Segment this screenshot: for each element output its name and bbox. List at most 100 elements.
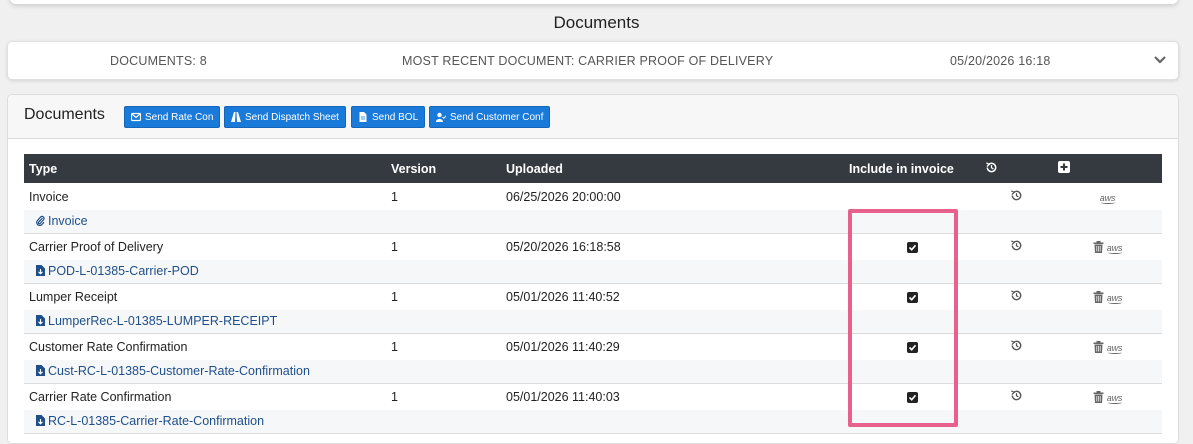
history-icon[interactable]	[1010, 289, 1023, 302]
page-title: Documents	[553, 13, 640, 32]
history-icon[interactable]	[1010, 239, 1023, 252]
file-download-icon	[36, 315, 45, 326]
trash-icon[interactable]	[1093, 341, 1104, 354]
include-in-invoice-checkbox[interactable]	[906, 241, 918, 253]
file-download-icon	[36, 365, 45, 376]
document-file-name: RC-L-01385-Carrier-Rate-Confirmation	[48, 413, 265, 428]
history-cell	[980, 233, 1053, 260]
history-icon[interactable]	[985, 161, 998, 174]
table-row: Customer Rate Confirmation 1 05/01/2026 11…	[24, 333, 1162, 360]
document-file-link[interactable]: POD-L-01385-Carrier-POD	[29, 264, 199, 278]
send-dispatch-sheet-button[interactable]: Send Dispatch Sheet	[224, 106, 346, 128]
plus-square-icon[interactable]	[1058, 161, 1070, 173]
aws-label: aws	[1106, 342, 1123, 353]
most-recent-document: MOST RECENT DOCUMENT: CARRIER PROOF OF D…	[402, 54, 774, 68]
document-file-name: Cust-RC-L-01385-Customer-Rate-Confirmati…	[48, 363, 310, 378]
include-in-invoice-checkbox[interactable]	[906, 391, 918, 403]
paperclip-icon	[36, 215, 45, 226]
aws-icon[interactable]: aws	[1099, 192, 1116, 204]
history-icon[interactable]	[1010, 189, 1023, 202]
documents-summary-bar[interactable]: DOCUMENTS: 8 MOST RECENT DOCUMENT: CARRI…	[7, 41, 1179, 80]
send-rate-con-label: Send Rate Con	[145, 111, 214, 123]
table-row-file: Cust-RC-L-01385-Customer-Rate-Confirmati…	[24, 360, 1162, 384]
documents-panel-title: Documents	[24, 106, 105, 123]
actions-cell: aws	[1053, 383, 1162, 410]
aws-icon[interactable]: aws	[1106, 242, 1123, 254]
doc-type: Carrier Rate Confirmation	[29, 389, 172, 404]
documents-count: DOCUMENTS: 8	[110, 54, 207, 68]
history-cell	[980, 383, 1053, 410]
aws-icon[interactable]: aws	[1106, 392, 1123, 404]
table-row: Invoice 1 06/25/2026 20:00:00 aws	[24, 183, 1162, 210]
header-type[interactable]: Type	[24, 154, 386, 183]
documents-panel: Documents Send Rate Con Send Dispatch Sh…	[7, 94, 1179, 444]
doc-version: 1	[391, 339, 398, 354]
include-in-invoice-cell	[844, 183, 980, 210]
header-include-in-invoice[interactable]: Include in invoice	[844, 154, 980, 183]
table-row-file: RC-L-01385-Carrier-Rate-Confirmation	[24, 410, 1162, 434]
doc-uploaded: 05/01/2026 11:40:29	[506, 339, 620, 354]
doc-version: 1	[391, 239, 398, 254]
aws-label: aws	[1106, 242, 1123, 253]
include-in-invoice-cell	[844, 233, 980, 260]
send-rate-con-button[interactable]: Send Rate Con	[124, 106, 221, 128]
table-row-file: POD-L-01385-Carrier-POD	[24, 260, 1162, 284]
doc-type: Carrier Proof of Delivery	[29, 239, 164, 254]
trash-icon[interactable]	[1093, 391, 1104, 404]
road-icon	[231, 112, 241, 122]
documents-panel-header: Documents Send Rate Con Send Dispatch Sh…	[8, 95, 1178, 139]
most-recent-date: 05/20/2026 16:18	[950, 54, 1051, 68]
include-in-invoice-cell	[844, 283, 980, 310]
doc-uploaded: 05/01/2026 11:40:03	[506, 389, 620, 404]
send-bol-button[interactable]: Send BOL	[351, 106, 426, 128]
doc-uploaded: 06/25/2026 20:00:00	[506, 189, 621, 204]
file-download-icon	[36, 265, 45, 276]
doc-type: Invoice	[29, 189, 69, 204]
doc-uploaded: 05/01/2026 11:40:52	[506, 289, 620, 304]
send-customer-conf-label: Send Customer Conf	[450, 111, 544, 123]
history-icon[interactable]	[1010, 389, 1023, 402]
header-add	[1053, 154, 1162, 183]
header-uploaded[interactable]: Uploaded	[501, 154, 844, 183]
table-row: Carrier Proof of Delivery 1 05/20/2026 16:…	[24, 233, 1162, 260]
include-in-invoice-checkbox[interactable]	[906, 291, 918, 303]
history-cell	[980, 333, 1053, 360]
doc-version: 1	[391, 189, 398, 204]
aws-label: aws	[1099, 192, 1116, 203]
table-row-file: Invoice	[24, 210, 1162, 234]
trash-icon[interactable]	[1093, 241, 1104, 254]
doc-type: Lumper Receipt	[29, 289, 118, 304]
include-in-invoice-checkbox[interactable]	[906, 341, 918, 353]
actions-cell: aws	[1053, 283, 1162, 310]
document-file-name: POD-L-01385-Carrier-POD	[48, 263, 199, 278]
history-icon[interactable]	[1010, 339, 1023, 352]
doc-version: 1	[391, 289, 398, 304]
document-file-link[interactable]: Invoice	[29, 214, 88, 228]
table-row-file: LumperRec-L-01385-LUMPER-RECEIPT	[24, 310, 1162, 334]
include-in-invoice-cell	[844, 383, 980, 410]
aws-label: aws	[1106, 392, 1123, 403]
doc-version: 1	[391, 389, 398, 404]
send-dispatch-sheet-label: Send Dispatch Sheet	[245, 111, 339, 123]
history-cell	[980, 283, 1053, 310]
document-file-name: Invoice	[48, 213, 88, 228]
actions-cell: aws	[1053, 333, 1162, 360]
document-file-link[interactable]: RC-L-01385-Carrier-Rate-Confirmation	[29, 414, 264, 428]
file-download-icon	[36, 415, 45, 426]
history-cell	[980, 183, 1053, 210]
doc-type: Customer Rate Confirmation	[29, 339, 188, 354]
document-file-link[interactable]: LumperRec-L-01385-LUMPER-RECEIPT	[29, 314, 277, 328]
send-customer-conf-button[interactable]: Send Customer Conf	[429, 106, 551, 128]
header-history	[980, 154, 1053, 183]
trash-icon[interactable]	[1093, 291, 1104, 304]
aws-icon[interactable]: aws	[1106, 342, 1123, 354]
document-file-link[interactable]: Cust-RC-L-01385-Customer-Rate-Confirmati…	[29, 364, 310, 378]
send-bol-label: Send BOL	[372, 111, 419, 123]
header-version[interactable]: Version	[386, 154, 501, 183]
document-file-name: LumperRec-L-01385-LUMPER-RECEIPT	[48, 313, 278, 328]
email-icon	[131, 112, 141, 122]
actions-cell: aws	[1053, 233, 1162, 260]
aws-icon[interactable]: aws	[1107, 293, 1122, 304]
user-check-icon	[436, 112, 446, 122]
chevron-down-icon[interactable]	[1154, 55, 1166, 65]
